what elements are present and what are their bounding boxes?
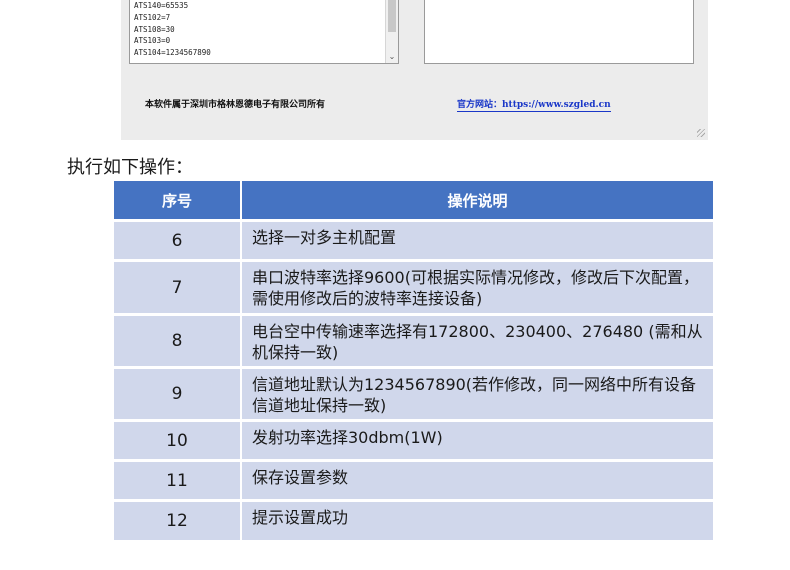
website-link[interactable]: 官方网站：https://www.szgled.cn	[457, 97, 611, 112]
row-description: 发射功率选择30dbm(1W)	[252, 428, 443, 447]
config-log-box[interactable]: ATS140=65535 ATS102=7 ATS108=30 ATS103=0…	[129, 0, 399, 64]
copyright-text: 本软件属于深圳市格林恩德电子有限公司所有	[145, 100, 326, 110]
operation-table: 序号 操作说明 6 选择一对多主机配置 7 串口波特率选择9600(可根据实际情…	[114, 181, 713, 540]
receive-box[interactable]	[424, 0, 694, 64]
row-number: 11	[114, 462, 242, 499]
row-number: 9	[114, 369, 242, 419]
row-description: 选择一对多主机配置	[252, 228, 397, 247]
header-description: 操作说明	[447, 191, 508, 210]
row-number: 12	[114, 502, 242, 540]
row-description: 提示设置成功	[252, 508, 349, 527]
log-line: ATS108=30	[134, 24, 175, 34]
log-line: ATS102=7	[134, 12, 171, 22]
row-description: 保存设置参数	[252, 468, 349, 487]
row-number: 8	[114, 316, 242, 366]
log-line: ATS103=0	[134, 36, 171, 46]
log-line: ATS140=65535	[134, 1, 189, 10]
header-number: 序号	[114, 181, 242, 219]
table-header: 序号 操作说明	[114, 181, 713, 219]
table-row: 12 提示设置成功	[114, 499, 713, 540]
resize-grip-icon[interactable]	[697, 129, 705, 137]
scrollbar-thumb[interactable]	[388, 0, 396, 32]
table-row: 7 串口波特率选择9600(可根据实际情况修改，修改后下次配置，需使用修改后的波…	[114, 259, 713, 313]
table-row: 8 电台空中传输速率选择有172800、230400、276480 (需和从机保…	[114, 313, 713, 366]
table-row: 10 发射功率选择30dbm(1W)	[114, 419, 713, 459]
log-line: ATS104=1234567890	[134, 48, 211, 58]
table-row: 11 保存设置参数	[114, 459, 713, 499]
scroll-down-icon[interactable]: ⌄	[386, 52, 398, 61]
row-number: 7	[114, 262, 242, 313]
row-number: 6	[114, 222, 242, 259]
row-description: 信道地址默认为1234567890(若作修改，同一网络中所有设备信道地址保持一致…	[252, 375, 697, 415]
software-screenshot: ATS140=65535 ATS102=7 ATS108=30 ATS103=0…	[121, 0, 708, 140]
row-number: 10	[114, 422, 242, 459]
intro-heading: 执行如下操作：	[67, 157, 193, 178]
table-row: 9 信道地址默认为1234567890(若作修改，同一网络中所有设备信道地址保持…	[114, 366, 713, 419]
row-description: 串口波特率选择9600(可根据实际情况修改，修改后下次配置，需使用修改后的波特率…	[252, 268, 699, 308]
log-scrollbar[interactable]: ⌄	[385, 0, 398, 63]
row-description: 电台空中传输速率选择有172800、230400、276480 (需和从机保持一…	[252, 322, 703, 362]
table-row: 6 选择一对多主机配置	[114, 219, 713, 259]
